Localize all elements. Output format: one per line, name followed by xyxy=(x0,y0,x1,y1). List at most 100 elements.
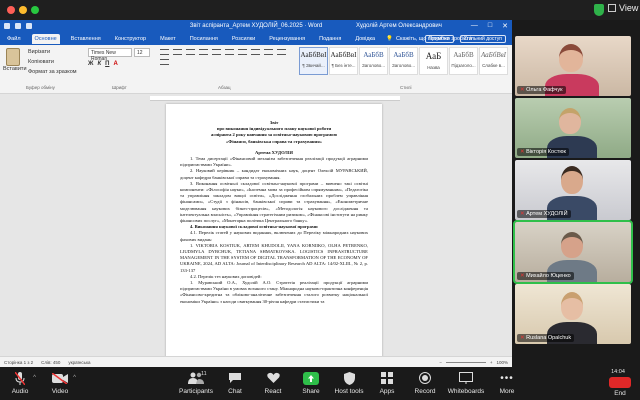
tab-help[interactable]: Довідка xyxy=(352,34,378,44)
participant-face xyxy=(559,108,581,134)
multilevel-list-icon[interactable] xyxy=(186,49,195,55)
zoom-level[interactable]: 100% xyxy=(496,360,508,365)
minimize-window-icon[interactable] xyxy=(19,6,27,14)
chat-button[interactable]: Chat xyxy=(215,371,255,395)
zoom-out-icon[interactable]: − xyxy=(439,360,442,365)
audio-label: Audio xyxy=(11,388,29,395)
video-button[interactable]: Video ^ xyxy=(40,371,80,395)
style-subtitle[interactable]: АаБбВ Підзаголо... xyxy=(449,47,478,75)
grid-icon xyxy=(608,4,616,12)
tab-home[interactable]: Основне xyxy=(31,34,60,44)
chevron-up-icon[interactable]: ^ xyxy=(33,375,36,381)
font-color-icon[interactable]: A xyxy=(113,61,117,67)
style-title[interactable]: АаБ Назва xyxy=(419,47,448,75)
more-button[interactable]: ••• More xyxy=(487,371,527,396)
meeting-toolbar: Audio ^ Video ^ 11 Participants Chat Rea… xyxy=(0,367,640,400)
share-doc-button[interactable]: Спільний доступ xyxy=(459,35,506,43)
whiteboards-label: Whiteboards xyxy=(447,388,485,395)
language[interactable]: українська xyxy=(68,360,90,365)
decrease-indent-icon[interactable] xyxy=(199,49,208,55)
font-name-select[interactable]: Times New Roman xyxy=(88,48,132,62)
style-label: Слабке в... xyxy=(482,63,505,68)
align-left-icon[interactable] xyxy=(238,49,247,55)
participant-tile[interactable]: ✕ Вікторія Костюк xyxy=(515,98,631,158)
doc-paragraph: 4.1. Перелік статей у наукових виданнях,… xyxy=(180,230,368,242)
host-tools-button[interactable]: Host tools xyxy=(329,371,369,395)
ruler[interactable] xyxy=(150,96,400,101)
word-window-controls: — □ ✕ xyxy=(471,22,508,30)
tab-insert[interactable]: Вставлення xyxy=(68,34,104,44)
tab-layout[interactable]: Макет xyxy=(157,34,179,44)
tab-mailings[interactable]: Розсилки xyxy=(229,34,258,44)
document-area[interactable]: Звіт про виконання індивідуального плану… xyxy=(0,94,512,364)
increase-indent-icon[interactable] xyxy=(212,49,221,55)
underline-icon[interactable]: П xyxy=(105,61,109,67)
styles-group-label: Стилі xyxy=(400,85,412,90)
participant-tile[interactable]: ✕ Ольга Фафчук xyxy=(515,36,631,96)
close-window-icon[interactable] xyxy=(7,6,15,14)
style-no-spacing[interactable]: АаБбВвІ ¶ Без інте... xyxy=(329,47,358,75)
word-count[interactable]: Слів: 450 xyxy=(41,360,60,365)
copy-button[interactable]: Копіювати xyxy=(28,59,77,65)
cut-button[interactable]: Вирізати xyxy=(28,49,77,55)
clipboard-icon xyxy=(6,48,20,66)
apps-button[interactable]: Apps xyxy=(367,371,407,395)
style-label: ¶ Звичай... xyxy=(302,63,325,68)
user-name[interactable]: Худолій Артем Олександрович xyxy=(356,23,442,29)
participant-tile[interactable]: ✕ Ruslana Opalchuk xyxy=(515,284,631,344)
chat-icon xyxy=(215,371,255,385)
paragraph-group-label: Абзац xyxy=(218,85,231,90)
end-icon xyxy=(600,375,640,389)
whiteboards-button[interactable]: Whiteboards xyxy=(443,371,489,395)
tab-file[interactable]: Файл xyxy=(4,34,24,44)
video-label: Video xyxy=(51,388,69,395)
document-page[interactable]: Звіт про виконання індивідуального плану… xyxy=(166,104,382,364)
chevron-up-icon[interactable]: ^ xyxy=(73,375,76,381)
record-button[interactable]: Record xyxy=(405,371,445,395)
tab-review[interactable]: Рецензування xyxy=(266,34,308,44)
style-heading-2[interactable]: АаБбВ Заголово... xyxy=(389,47,418,75)
style-heading-1[interactable]: АаБбВ Заголово... xyxy=(359,47,388,75)
participant-tile[interactable]: ✕ Артем ХУДОЛІЙ xyxy=(515,160,631,220)
italic-icon[interactable]: К xyxy=(97,61,101,67)
window-buttons xyxy=(7,6,39,14)
numbering-icon[interactable] xyxy=(173,49,182,55)
tab-references[interactable]: Посилання xyxy=(187,34,221,44)
audio-button[interactable]: Audio ^ xyxy=(0,371,40,395)
react-button[interactable]: React xyxy=(253,371,293,395)
view-button[interactable]: View xyxy=(608,3,638,13)
maximize-button[interactable]: □ xyxy=(488,22,492,30)
participant-tile-active-speaker[interactable]: ✕ Михайло Юценко xyxy=(513,220,633,284)
justify-icon[interactable] xyxy=(277,49,286,55)
paste-button[interactable]: Вставити xyxy=(3,48,27,72)
page-count[interactable]: Сторінка 1 з 2 xyxy=(4,360,33,365)
zoom-in-icon[interactable]: + xyxy=(490,360,493,365)
close-button[interactable]: ✕ xyxy=(502,22,508,30)
maximize-window-icon[interactable] xyxy=(31,6,39,14)
zoom-slider[interactable] xyxy=(445,361,486,363)
bold-icon[interactable]: Ж xyxy=(88,61,93,67)
style-normal[interactable]: АаБбВвІ ¶ Звичай... xyxy=(299,47,328,75)
more-dots-icon: ••• xyxy=(500,372,514,384)
tab-view[interactable]: Подання xyxy=(316,34,344,44)
format-painter-button[interactable]: Формат за зразком xyxy=(28,69,77,75)
minimize-button[interactable]: — xyxy=(471,22,478,30)
comments-button[interactable]: Примітки xyxy=(424,35,454,43)
align-right-icon[interactable] xyxy=(264,49,273,55)
participant-name-text: Вікторія Костюк xyxy=(526,149,566,155)
style-subtle-emphasis[interactable]: АаБбВвІ Слабке в... xyxy=(479,47,508,75)
end-meeting-button[interactable]: End xyxy=(600,371,640,397)
bullets-icon[interactable] xyxy=(160,49,169,55)
participants-button[interactable]: 11 Participants xyxy=(173,371,219,395)
align-center-icon[interactable] xyxy=(251,49,260,55)
share-button[interactable]: Share xyxy=(291,371,331,395)
chat-label: Chat xyxy=(228,388,242,395)
sort-icon[interactable] xyxy=(225,49,234,55)
participant-name: ✕ Ruslana Opalchuk xyxy=(517,334,575,342)
shield-icon[interactable] xyxy=(594,4,604,16)
line-spacing-icon[interactable] xyxy=(160,59,169,65)
tab-design[interactable]: Конструктор xyxy=(112,34,149,44)
clipboard-group-label: Буфер обміну xyxy=(26,85,55,90)
font-size-select[interactable]: 12 xyxy=(134,48,150,57)
style-sample: АаБбВвІ xyxy=(330,51,357,59)
